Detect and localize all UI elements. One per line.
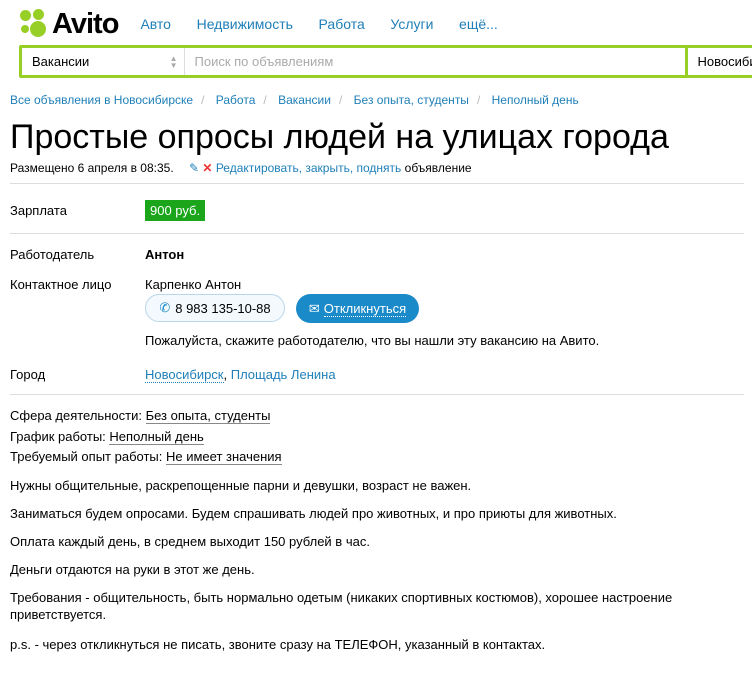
param-label: График работы:: [10, 429, 106, 444]
nav-more[interactable]: ещё...: [459, 16, 498, 32]
param-value[interactable]: Не имеет значения: [166, 449, 282, 465]
breadcrumb-jobs[interactable]: Работа: [216, 93, 256, 107]
phone-icon: ✆: [159, 300, 171, 315]
param-label: Сфера деятельности:: [10, 408, 142, 423]
header: Avito Авто Недвижимость Работа Услуги ещ…: [20, 4, 520, 44]
salary-badge: 900 руб.: [145, 200, 206, 221]
phone-button[interactable]: ✆ 8 983 135-10-88: [145, 294, 285, 322]
category-value: Вакансии: [32, 54, 90, 69]
param-row: Требуемый опыт работы: Не имеет значения: [10, 448, 740, 465]
metro-link[interactable]: Площадь Ленина: [231, 367, 336, 382]
nav-auto[interactable]: Авто: [140, 16, 171, 32]
search-input[interactable]: [183, 48, 685, 75]
city-select[interactable]: Новосибирск: [687, 48, 752, 75]
breadcrumb: Все объявления в Новосибирске / Работа / В…: [10, 93, 579, 107]
category-select[interactable]: Вакансии ▲ ▼: [22, 48, 184, 75]
param-row: Сфера деятельности: Без опыта, студенты: [10, 407, 740, 424]
meta-suffix: объявление: [404, 161, 472, 175]
logo-text: Avito: [52, 7, 119, 40]
description-paragraph: Требования - общительность, быть нормаль…: [10, 590, 673, 622]
description-paragraph: Заниматься будем опросами. Будем спрашив…: [10, 506, 617, 521]
description-paragraph: Нужны общительные, раскрепощенные парни …: [10, 478, 472, 493]
param-row: График работы: Неполный день: [10, 428, 740, 445]
breadcrumb-students[interactable]: Без опыта, студенты: [354, 93, 469, 107]
envelope-icon: ✉: [308, 300, 320, 316]
contact-note: Пожалуйста, скажите работодателю, что вы…: [145, 333, 600, 348]
main-nav: Авто Недвижимость Работа Услуги ещё...: [140, 16, 519, 32]
divider: [10, 233, 744, 234]
phone-number: 8 983 135-10-88: [175, 300, 271, 316]
city-label: Город: [10, 367, 46, 382]
salary-label: Зарплата: [10, 203, 67, 218]
divider: [10, 183, 744, 184]
page-title: Простые опросы людей на улицах города: [10, 118, 669, 156]
city-link[interactable]: Новосибирск: [145, 367, 224, 383]
posted-date: Размещено 6 апреля в 08:35.: [10, 161, 174, 175]
breadcrumb-all[interactable]: Все объявления в Новосибирске: [10, 93, 193, 107]
close-icon[interactable]: ✕: [202, 161, 212, 175]
contact-name: Карпенко Антон: [145, 277, 242, 292]
pencil-icon[interactable]: ✎: [189, 161, 199, 175]
select-arrows-icon: ▲ ▼: [169, 53, 178, 70]
edit-actions-link[interactable]: Редактировать, закрыть, поднять: [216, 161, 401, 175]
param-value[interactable]: Неполный день: [109, 429, 204, 445]
logo-dots-icon: [20, 9, 46, 39]
breadcrumb-part-time[interactable]: Неполный день: [492, 93, 579, 107]
description-paragraph: Оплата каждый день, в среднем выходит 15…: [10, 534, 370, 549]
contact-label: Контактное лицо: [10, 277, 112, 292]
employer-label: Работодатель: [10, 247, 95, 262]
param-value[interactable]: Без опыта, студенты: [145, 408, 271, 424]
post-meta: Размещено 6 апреля в 08:35. ✎ ✕ Редактир…: [10, 161, 472, 175]
city-value: Новосибирск: [697, 54, 752, 69]
description-paragraph: Деньги отдаются на руки в этот же день.: [10, 562, 255, 577]
nav-jobs[interactable]: Работа: [319, 16, 365, 32]
nav-realty[interactable]: Недвижимость: [197, 16, 293, 32]
divider: [10, 394, 744, 395]
avito-logo[interactable]: Avito: [20, 7, 119, 41]
search-bar: Вакансии ▲▼ Новосибирск: [19, 45, 752, 78]
description-paragraph: p.s. - через откликнуться не писать, зво…: [10, 637, 546, 652]
employer-name: Антон: [145, 247, 185, 262]
reply-label: Откликнуться: [323, 300, 407, 317]
param-label: Требуемый опыт работы:: [10, 449, 163, 464]
reply-button[interactable]: ✉ Откликнуться: [296, 294, 419, 323]
nav-services[interactable]: Услуги: [390, 16, 433, 32]
breadcrumb-vacancies[interactable]: Вакансии: [278, 93, 331, 107]
